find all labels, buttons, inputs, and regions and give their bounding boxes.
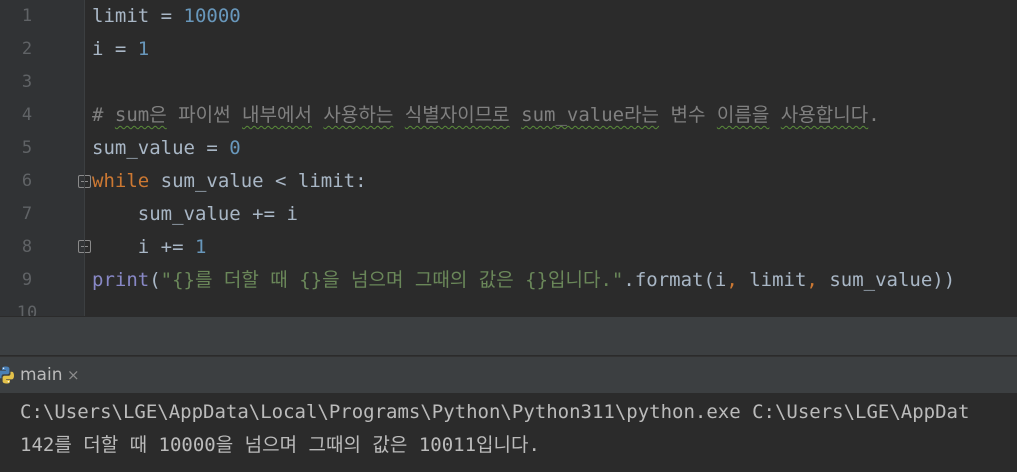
code-editor[interactable]: 1 2 3 4 5 6 7 8 9 10 limit = 10000 i = 1… — [0, 0, 1017, 316]
identifier: i — [92, 38, 104, 60]
identifier: sum_value — [92, 137, 195, 159]
comment — [312, 104, 323, 126]
statement: i += — [92, 236, 195, 258]
line-number-gutter: 1 2 3 4 5 6 7 8 9 10 — [0, 0, 84, 316]
gutter-divider — [84, 0, 85, 316]
string-literal: "{}를 더할 때 {}을 넘으며 그때의 값은 {}입니다." — [160, 269, 624, 291]
number-literal: 1 — [137, 38, 150, 60]
line-number: 7 — [21, 204, 33, 224]
comma: , — [726, 269, 738, 291]
comment: sum_value라는 — [521, 104, 660, 126]
operator: = — [103, 38, 138, 60]
comment: 사용하는 — [323, 104, 394, 126]
argument: limit — [737, 269, 807, 291]
code-line-4[interactable]: # sum은 파이썬 내부에서 사용하는 식별자이므로 sum_value라는 … — [92, 99, 880, 132]
run-tool-window-header: main × — [0, 356, 1017, 394]
line-number: 5 — [21, 138, 33, 158]
line-number: 10 — [16, 303, 38, 316]
console-line-command: C:\Users\LGE\AppData\Local\Programs\Pyth… — [20, 401, 970, 423]
code-line-2[interactable]: i = 1 — [92, 33, 149, 66]
code-line-1[interactable]: limit = 10000 — [92, 0, 241, 33]
keyword-while: while — [92, 170, 150, 192]
run-tab-main[interactable]: main — [20, 357, 62, 394]
code-line-6[interactable]: while sum_value < limit: — [92, 165, 367, 198]
line-number: 6 — [21, 171, 33, 191]
statement: sum_value += i — [92, 203, 298, 225]
number-literal: 0 — [229, 137, 241, 159]
operator: = — [149, 5, 184, 27]
comment: # — [92, 104, 115, 126]
method-call: .format(i — [623, 269, 727, 291]
code-line-8[interactable]: i += 1 — [92, 231, 207, 264]
line-number: 3 — [21, 72, 33, 92]
builtin-print: print — [92, 269, 150, 291]
number-literal: 1 — [194, 236, 207, 258]
comment: 이름을 — [716, 104, 770, 126]
console-line-output: 142를 더할 때 10000을 넘으며 그때의 값은 10011입니다. — [20, 434, 540, 456]
code-line-9[interactable]: print("{}를 더할 때 {}을 넘으며 그때의 값은 {}입니다.".f… — [92, 264, 955, 297]
python-icon — [0, 365, 16, 385]
comment: 사용합니다 — [780, 104, 869, 126]
line-number: 9 — [21, 270, 33, 290]
comment — [393, 104, 404, 126]
comment — [510, 104, 521, 126]
line-number: 2 — [21, 39, 33, 59]
comment: 식별자이므로 — [404, 104, 510, 126]
identifier: limit — [92, 5, 150, 27]
comment: 파이썬 — [166, 104, 243, 126]
comment: 내부에서 — [242, 104, 312, 126]
comment — [769, 104, 780, 126]
comment: . — [868, 104, 880, 126]
condition: sum_value < limit: — [149, 170, 367, 192]
line-number: 4 — [21, 105, 33, 125]
run-console-output[interactable]: C:\Users\LGE\AppData\Local\Programs\Pyth… — [0, 393, 1017, 472]
paren: ( — [149, 269, 161, 291]
comma: , — [806, 269, 818, 291]
code-line-5[interactable]: sum_value = 0 — [92, 132, 241, 165]
operator: = — [194, 137, 230, 159]
number-literal: 10000 — [183, 5, 241, 27]
panel-splitter[interactable] — [0, 316, 1017, 355]
comment: 변수 — [659, 104, 717, 126]
comment: sum은 — [114, 104, 167, 126]
line-number: 1 — [21, 6, 33, 26]
close-icon[interactable]: × — [67, 357, 80, 394]
code-line-7[interactable]: sum_value += i — [92, 198, 298, 231]
argument: sum_value)) — [817, 269, 956, 291]
line-number: 8 — [21, 237, 33, 257]
